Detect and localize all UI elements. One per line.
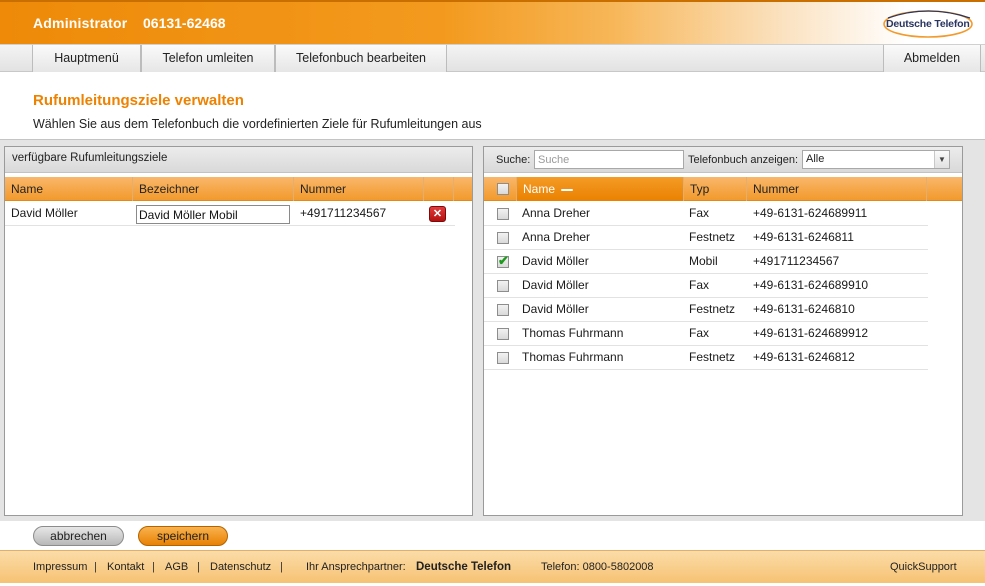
footer-link-agb[interactable]: AGB [165,561,188,573]
row-type: Festnetz [689,350,736,364]
row-number: +491711234567 [753,254,840,268]
bezeichner-input[interactable] [136,205,290,224]
column-header-nummer[interactable]: Nummer [294,177,424,201]
page-title: Rufumleitungsziele verwalten [33,92,244,109]
table-header: Name Bezeichner Nummer [5,177,472,201]
select-all-checkbox[interactable] [497,183,509,195]
footer-separator: | [94,561,97,573]
row-type: Fax [689,326,710,340]
footer-separator: | [280,561,283,573]
column-header-bezeichner[interactable]: Bezeichner [133,177,294,201]
user-phone-number: 06131-62468 [143,15,226,31]
column-header-nummer[interactable]: Nummer [747,177,927,201]
column-header-name-label: Name [523,182,556,196]
panel-toolbar: Suche: Telefonbuch anzeigen: Alle ▼ [484,147,962,173]
row-number: +49-6131-6246810 [753,302,855,316]
phonebook-panel: Suche: Telefonbuch anzeigen: Alle ▼ Name… [483,146,963,516]
row-checkbox[interactable] [497,208,509,220]
table-header: Name Typ Nummer [484,177,962,201]
footer-contact-brand: Deutsche Telefon [416,561,511,573]
brand-logo: Deutsche Telefon [880,8,976,40]
table-row[interactable]: Thomas Fuhrmann Fax +49-6131-624689912 [484,322,928,346]
app-header: Administrator 06131-62468 Deutsche Telef… [0,0,985,44]
sort-icon [561,188,574,191]
table-row[interactable]: Thomas Fuhrmann Festnetz +49-6131-624681… [484,346,928,370]
phonebook-filter-value: Alle [806,153,825,165]
panel-header: verfügbare Rufumleitungsziele [5,147,472,173]
row-number: +49-6131-624689911 [753,206,868,220]
row-name: David Möller [11,206,78,220]
row-type: Festnetz [689,230,736,244]
main-nav: Hauptmenü Telefon umleiten Telefonbuch b… [0,44,985,72]
row-number: +49-6131-624689910 [753,278,869,292]
user-role-title: Administrator [33,15,128,31]
page-subtitle: Wählen Sie aus dem Telefonbuch die vorde… [33,117,482,131]
row-number: +49-6131-6246811 [753,230,854,244]
row-checkbox[interactable] [497,280,509,292]
table-row[interactable]: David Möller Mobil +491711234567 [484,250,928,274]
table-row[interactable]: Anna Dreher Festnetz +49-6131-6246811 [484,226,928,250]
footer-separator: | [197,561,200,573]
row-number: +49-6131-624689912 [753,326,869,340]
nav-item-telefon-umleiten[interactable]: Telefon umleiten [141,45,275,72]
row-checkbox-checked[interactable] [497,253,509,269]
row-checkbox[interactable] [497,232,509,244]
logo-text: Deutsche Telefon [886,18,970,30]
column-header-actions [424,177,454,201]
row-checkbox[interactable] [497,352,509,364]
footer-link-kontakt[interactable]: Kontakt [107,561,144,573]
phonebook-filter-select[interactable]: Alle ▼ [802,150,950,169]
quicksupport-link[interactable]: QuickSupport [890,561,957,573]
nav-item-telefonbuch-bearbeiten[interactable]: Telefonbuch bearbeiten [275,45,447,72]
chevron-down-icon: ▼ [934,151,949,168]
save-button[interactable]: speichern [138,526,228,546]
column-header-name[interactable]: Name [517,177,684,201]
column-header-name[interactable]: Name [5,177,133,201]
row-name: Anna Dreher [522,206,591,220]
table-row[interactable]: David Möller Festnetz +49-6131-6246810 [484,298,928,322]
row-name: Thomas Fuhrmann [522,326,624,340]
row-name: David Möller [522,278,589,292]
search-input[interactable] [534,150,684,169]
footer-phone: Telefon: 0800-5802008 [541,561,654,573]
row-type: Mobil [689,254,718,268]
close-icon: ✕ [432,208,443,220]
table-row[interactable]: Anna Dreher Fax +49-6131-624689911 [484,202,928,226]
search-label: Suche: [496,154,531,166]
nav-item-hauptmenu[interactable]: Hauptmenü [32,45,141,72]
page-footer: Impressum | Kontakt | AGB | Datenschutz … [0,550,985,583]
phonebook-filter-label: Telefonbuch anzeigen: [688,154,799,166]
footer-link-datenschutz[interactable]: Datenschutz [210,561,271,573]
table-row: David Möller +491711234567 ✕ [5,202,455,226]
delete-row-button[interactable]: ✕ [429,206,446,222]
available-targets-panel: verfügbare Rufumleitungsziele Name Bezei… [4,146,473,516]
row-number: +49-6131-6246812 [753,350,855,364]
column-header-select [484,177,517,201]
panel-title: verfügbare Rufumleitungsziele [12,152,168,164]
cancel-button[interactable]: abbrechen [33,526,124,546]
footer-link-impressum[interactable]: Impressum [33,561,87,573]
row-checkbox[interactable] [497,328,509,340]
table-row[interactable]: David Möller Fax +49-6131-624689910 [484,274,928,298]
footer-contact-label: Ihr Ansprechpartner: [306,561,406,573]
logout-button[interactable]: Abmelden [883,45,981,72]
row-name: David Möller [522,254,589,268]
column-header-typ[interactable]: Typ [684,177,747,201]
footer-separator: | [152,561,155,573]
row-name: Anna Dreher [522,230,591,244]
row-type: Festnetz [689,302,736,316]
row-type: Fax [689,206,710,220]
row-name: David Möller [522,302,589,316]
row-number: +491711234567 [300,206,387,220]
row-type: Fax [689,278,710,292]
row-checkbox[interactable] [497,304,509,316]
row-name: Thomas Fuhrmann [522,350,624,364]
